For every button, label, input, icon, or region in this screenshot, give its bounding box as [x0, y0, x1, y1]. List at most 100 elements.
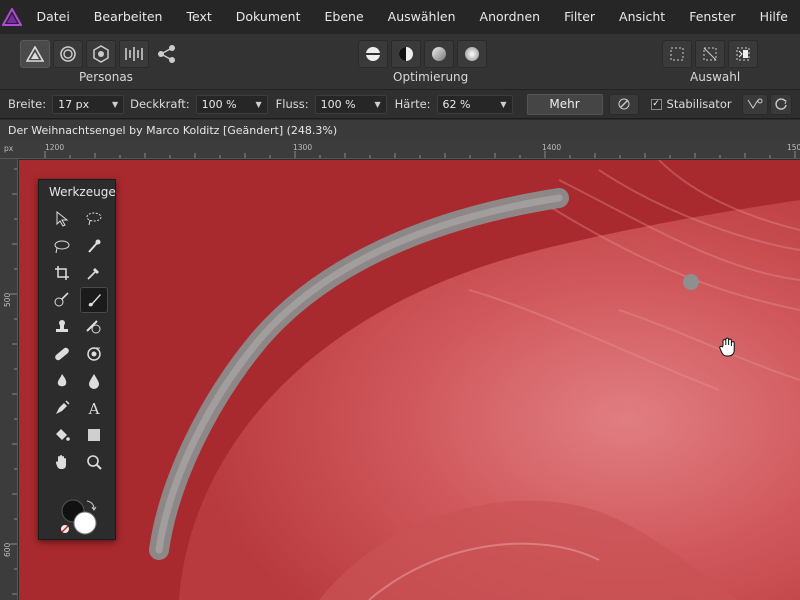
hand-icon: [55, 455, 66, 469]
rope-mode-button[interactable]: [741, 93, 768, 115]
photo-persona-button[interactable]: [20, 40, 50, 68]
menu-bearbeiten[interactable]: Bearbeiten: [82, 0, 175, 34]
no-color-icon[interactable]: [61, 525, 69, 533]
haerte-field[interactable]: 62 % ▼: [436, 94, 513, 114]
breite-field[interactable]: 17 px ▼: [52, 94, 125, 114]
text-tool[interactable]: A: [80, 395, 108, 421]
develop-persona-icon: [93, 45, 109, 63]
paint-brush-group-tool[interactable]: [48, 287, 76, 313]
crop-tool[interactable]: [48, 260, 76, 286]
square-shape-icon: [88, 429, 100, 441]
auto-colors-button[interactable]: [424, 40, 454, 68]
bandage-icon: [55, 347, 69, 361]
invert-selection-icon: [736, 47, 750, 61]
smudge-brush-tool[interactable]: [80, 368, 108, 394]
svg-text:A: A: [88, 400, 100, 416]
view-tool[interactable]: [48, 449, 76, 475]
water-drop-icon: [89, 374, 99, 389]
selection-brush-tool[interactable]: [48, 233, 76, 259]
pen-tool[interactable]: [48, 395, 76, 421]
paint-bucket-icon: [56, 429, 70, 441]
lasso-icon: [86, 212, 102, 226]
dodge-burn-tool[interactable]: [80, 314, 108, 340]
menu-filter[interactable]: Filter: [552, 0, 607, 34]
deckkraft-field[interactable]: 100 % ▼: [195, 94, 268, 114]
haerte-label: Härte:: [394, 97, 431, 111]
develop-persona-button[interactable]: [86, 40, 116, 68]
tools-panel: Werkzeuge A: [38, 179, 116, 540]
window-mode-button[interactable]: [769, 93, 792, 115]
auto-levels-button[interactable]: [358, 40, 388, 68]
rectangle-tool[interactable]: [80, 422, 108, 448]
ruler-ticks-top: [44, 151, 796, 158]
menu-anordnen[interactable]: Anordnen: [468, 0, 553, 34]
liquify-persona-icon: [60, 46, 76, 62]
swap-colors-icon[interactable]: [86, 500, 97, 511]
export-persona-button[interactable]: [152, 40, 182, 68]
red-eye-tool[interactable]: [80, 341, 108, 367]
chevron-down-icon[interactable]: ▼: [374, 100, 380, 109]
zoom-tool[interactable]: [80, 449, 108, 475]
auto-contrast-icon: [399, 47, 413, 61]
liquify-persona-button[interactable]: [53, 40, 83, 68]
pressure-button[interactable]: [608, 93, 639, 115]
mask-overlay-image: [19, 160, 800, 600]
document-canvas[interactable]: [19, 160, 800, 600]
healing-brush-tool[interactable]: [48, 341, 76, 367]
paintbrush-icon: [88, 294, 101, 307]
ruler-label-1300: 1300: [293, 143, 313, 152]
ruler-label-1200: 1200: [45, 143, 65, 152]
move-tool[interactable]: [48, 206, 76, 232]
color-swatches[interactable]: [59, 498, 99, 536]
blur-brush-tool[interactable]: [48, 368, 76, 394]
affinity-photo-logo-icon[interactable]: [0, 0, 24, 34]
horizontal-ruler[interactable]: px 1200 1300 1400 150: [0, 141, 800, 159]
menu-dokument[interactable]: Dokument: [224, 0, 313, 34]
auto-colors-icon: [432, 47, 446, 61]
refresh-icon: [774, 98, 787, 110]
fluss-value: 100 %: [320, 97, 356, 111]
brush-plus-icon: [54, 292, 69, 307]
color-picker-tool[interactable]: [80, 260, 108, 286]
flood-select-tool[interactable]: [80, 233, 108, 259]
menu-fenster[interactable]: Fenster: [677, 0, 747, 34]
menu-text[interactable]: Text: [174, 0, 223, 34]
ellipse-selection-icon: [54, 240, 70, 254]
chevron-down-icon[interactable]: ▼: [256, 100, 262, 109]
chevron-down-icon[interactable]: ▼: [112, 100, 118, 109]
fill-tool[interactable]: [48, 422, 76, 448]
breite-label: Breite:: [8, 97, 47, 111]
paint-brush-tool[interactable]: [80, 287, 108, 313]
magic-brush-icon: [88, 239, 101, 253]
auto-white-balance-button[interactable]: [457, 40, 487, 68]
freehand-selection-tool[interactable]: [80, 206, 108, 232]
mehr-button[interactable]: Mehr: [526, 93, 603, 115]
pressure-icon: [618, 98, 630, 110]
vertical-ruler[interactable]: 500 600: [0, 159, 18, 600]
deselect-button[interactable]: [695, 40, 725, 68]
deselect-icon: [703, 47, 717, 61]
menu-datei[interactable]: Datei: [24, 0, 81, 34]
menu-hilfe[interactable]: Hilfe: [748, 0, 800, 34]
clone-brush-tool[interactable]: [48, 314, 76, 340]
deckkraft-label: Deckkraft:: [130, 97, 190, 111]
fluss-field[interactable]: 100 % ▼: [314, 94, 387, 114]
chevron-down-icon[interactable]: ▼: [500, 100, 506, 109]
secondary-color-swatch[interactable]: [73, 511, 97, 535]
auto-contrast-button[interactable]: [391, 40, 421, 68]
tone-mapping-persona-button[interactable]: [119, 40, 149, 68]
flame-icon: [57, 374, 67, 387]
stamp-icon: [56, 320, 68, 332]
menu-auswaehlen[interactable]: Auswählen: [376, 0, 468, 34]
invert-selection-button[interactable]: [728, 40, 758, 68]
menu-ebene[interactable]: Ebene: [313, 0, 376, 34]
menu-ansicht[interactable]: Ansicht: [607, 0, 677, 34]
ruler-label-1400: 1400: [542, 143, 562, 152]
document-tab[interactable]: Der Weihnachtsengel by Marco Kolditz [Ge…: [0, 120, 800, 141]
select-all-button[interactable]: [662, 40, 692, 68]
ruler-ticks-left: [10, 168, 17, 595]
optimierung-group: [358, 40, 487, 68]
red-eye-icon: [87, 347, 101, 361]
stabilisator-checkbox[interactable]: ✓: [650, 98, 662, 110]
crop-icon: [55, 266, 69, 280]
